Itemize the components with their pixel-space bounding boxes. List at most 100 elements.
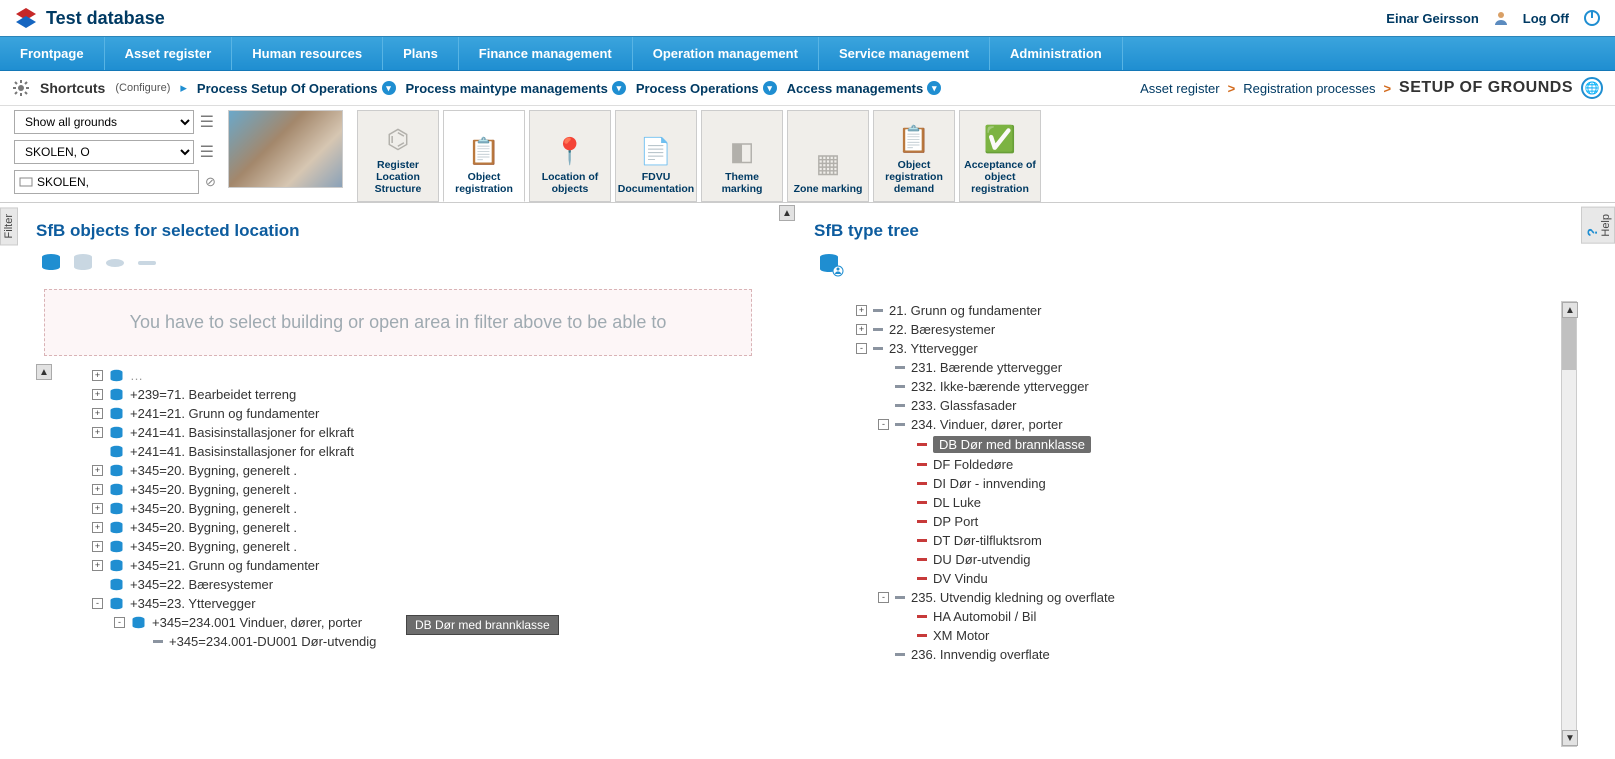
tree-node[interactable]: DV Vindu <box>834 569 1557 588</box>
card-theme-marking[interactable]: ◧Theme marking <box>701 110 783 202</box>
tree-node[interactable]: -23. Yttervegger <box>834 339 1557 358</box>
tree-toggle[interactable]: + <box>92 465 103 476</box>
breadcrumb-registration[interactable]: Registration processes <box>1243 81 1375 96</box>
tree-toggle[interactable]: + <box>92 484 103 495</box>
power-icon[interactable] <box>1583 9 1601 27</box>
card-object-demand[interactable]: 📋Object registration demand <box>873 110 955 202</box>
slot-icon[interactable] <box>136 259 158 267</box>
database-user-icon[interactable] <box>818 253 844 277</box>
tree-node[interactable]: ++345=20. Bygning, generelt . <box>92 461 754 480</box>
left-tree[interactable]: +…++239=71. Bearbeidet terreng++241=21. … <box>36 364 760 651</box>
filter-grounds-select[interactable]: Show all grounds <box>14 110 194 134</box>
tree-node[interactable]: DB Dør med brannklasse <box>834 434 1557 455</box>
gear-icon[interactable] <box>12 79 30 97</box>
tree-node[interactable]: -234. Vinduer, dører, porter <box>834 415 1557 434</box>
tree-node[interactable]: DL Luke <box>834 493 1557 512</box>
right-tree[interactable]: +21. Grunn og fundamenter+22. Bæresystem… <box>814 301 1563 751</box>
tree-node[interactable]: DF Foldedøre <box>834 455 1557 474</box>
tree-node[interactable]: ++241=41. Basisinstallasjoner for elkraf… <box>92 423 754 442</box>
breadcrumb-asset-register[interactable]: Asset register <box>1140 81 1219 96</box>
tree-node[interactable]: 231. Bærende yttervegger <box>834 358 1557 377</box>
tree-node[interactable]: +241=41. Basisinstallasjoner for elkraft <box>92 442 754 461</box>
filter-side-tab[interactable]: Filter <box>0 207 18 245</box>
list-icon[interactable]: ☰ <box>200 142 214 162</box>
tree-toggle[interactable]: - <box>92 598 103 609</box>
tree-node[interactable]: 232. Ikke-bærende yttervegger <box>834 377 1557 396</box>
tree-node[interactable]: ++239=71. Bearbeidet terreng <box>92 385 754 404</box>
structure-icon: ⌬ <box>387 121 410 159</box>
globe-icon[interactable]: 🌐 <box>1581 77 1603 99</box>
tree-node[interactable]: ++241=21. Grunn og fundamenter <box>92 404 754 423</box>
nav-human-resources[interactable]: Human resources <box>232 37 383 70</box>
scroll-up-button[interactable]: ▲ <box>1562 302 1578 318</box>
scroll-up-button[interactable]: ▲ <box>36 364 52 380</box>
scroll-down-button[interactable]: ▼ <box>1562 730 1578 746</box>
tree-toggle[interactable]: - <box>878 419 889 430</box>
scroll-up-button[interactable]: ▲ <box>779 205 795 221</box>
sublink-process-operations[interactable]: Process Operations▾ <box>636 81 777 96</box>
sublink-access[interactable]: Access managements▾ <box>787 81 942 96</box>
tree-node[interactable]: ++345=21. Grunn og fundamenter <box>92 556 754 575</box>
tree-node[interactable]: DI Dør - innvending <box>834 474 1557 493</box>
nav-asset-register[interactable]: Asset register <box>105 37 233 70</box>
tree-toggle[interactable]: - <box>114 617 125 628</box>
card-zone-marking[interactable]: ▦Zone marking <box>787 110 869 202</box>
tree-toggle[interactable]: - <box>856 343 867 354</box>
nav-frontpage[interactable]: Frontpage <box>0 37 105 70</box>
logoff-link[interactable]: Log Off <box>1523 11 1569 26</box>
tree-toggle[interactable]: + <box>92 541 103 552</box>
filter-location-select[interactable]: SKOLEN, O <box>14 140 194 164</box>
database-icon[interactable] <box>40 253 62 273</box>
tree-toggle[interactable]: - <box>878 592 889 603</box>
scrollbar-thumb[interactable] <box>1562 318 1576 370</box>
tree-label: HA Automobil / Bil <box>933 609 1036 624</box>
tree-toggle[interactable]: + <box>92 522 103 533</box>
configure-link[interactable]: (Configure) <box>115 82 170 94</box>
nav-operation[interactable]: Operation management <box>633 37 819 70</box>
card-fdvu[interactable]: 📄FDVU Documentation <box>615 110 697 202</box>
clear-icon[interactable]: ⊘ <box>205 174 216 190</box>
tree-node[interactable]: +22. Bæresystemer <box>834 320 1557 339</box>
tree-toggle[interactable]: + <box>92 389 103 400</box>
nav-administration[interactable]: Administration <box>990 37 1123 70</box>
tree-node[interactable]: ++345=20. Bygning, generelt . <box>92 480 754 499</box>
sublink-setup-operations[interactable]: Process Setup Of Operations▾ <box>197 81 396 96</box>
vertical-scrollbar[interactable]: ▲ ▼ <box>1561 301 1577 747</box>
card-register-location[interactable]: ⌬Register Location Structure <box>357 110 439 202</box>
tree-node[interactable]: -+345=23. Yttervegger <box>92 594 754 613</box>
tree-node[interactable]: -235. Utvendig kledning og overflate <box>834 588 1557 607</box>
disc-icon[interactable] <box>104 257 126 269</box>
tree-toggle[interactable]: + <box>856 305 867 316</box>
card-acceptance[interactable]: ✅Acceptance of object registration <box>959 110 1041 202</box>
card-object-registration[interactable]: 📋Object registration <box>443 110 525 202</box>
tree-toggle[interactable]: + <box>92 427 103 438</box>
database-icon[interactable] <box>72 253 94 273</box>
tree-node[interactable]: 233. Glassfasader <box>834 396 1557 415</box>
tree-node[interactable]: DT Dør-tilfluktsrom <box>834 531 1557 550</box>
tree-node[interactable]: DU Dør-utvendig <box>834 550 1557 569</box>
left-panel: SfB objects for selected location You ha… <box>18 203 778 751</box>
tree-node[interactable]: +345=22. Bæresystemer <box>92 575 754 594</box>
tree-node[interactable]: 236. Innvendig overflate <box>834 645 1557 664</box>
user-name-link[interactable]: Einar Geirsson <box>1386 11 1478 26</box>
nav-plans[interactable]: Plans <box>383 37 459 70</box>
list-icon[interactable]: ☰ <box>200 112 214 132</box>
nav-finance[interactable]: Finance management <box>459 37 633 70</box>
card-location-objects[interactable]: 📍Location of objects <box>529 110 611 202</box>
tree-toggle[interactable]: + <box>92 408 103 419</box>
tree-node[interactable]: HA Automobil / Bil <box>834 607 1557 626</box>
filter-search-input[interactable] <box>14 170 199 194</box>
sublink-maintype[interactable]: Process maintype managements▾ <box>406 81 626 96</box>
tree-toggle[interactable]: + <box>92 560 103 571</box>
tree-node[interactable]: ++345=20. Bygning, generelt . <box>92 518 754 537</box>
tree-node[interactable]: ++345=20. Bygning, generelt . <box>92 499 754 518</box>
tree-node[interactable]: XM Motor <box>834 626 1557 645</box>
tree-node[interactable]: ++345=20. Bygning, generelt . <box>92 537 754 556</box>
tree-node[interactable]: +21. Grunn og fundamenter <box>834 301 1557 320</box>
tree-node[interactable]: DP Port <box>834 512 1557 531</box>
help-side-tab[interactable]: ? Help <box>1581 207 1615 244</box>
document-icon: 📄 <box>640 133 672 171</box>
tree-toggle[interactable]: + <box>92 503 103 514</box>
nav-service[interactable]: Service management <box>819 37 990 70</box>
tree-toggle[interactable]: + <box>856 324 867 335</box>
